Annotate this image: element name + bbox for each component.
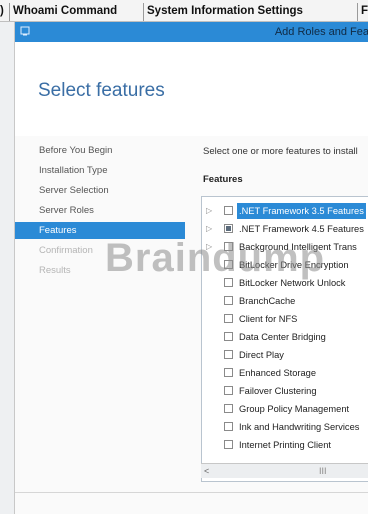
feature-checkbox[interactable] <box>224 260 233 269</box>
feature-row[interactable]: BranchCache <box>202 293 368 309</box>
tab-next[interactable]: F <box>357 3 368 21</box>
feature-label: Failover Clustering <box>239 386 317 396</box>
add-roles-wizard-window: Add Roles and Fea Select features Before… <box>14 22 368 514</box>
feature-row[interactable]: Group Policy Management <box>202 401 368 417</box>
nav-item-server-roles[interactable]: Server Roles <box>15 202 185 219</box>
nav-item-features[interactable]: Features <box>15 222 185 239</box>
feature-checkbox[interactable] <box>224 422 233 431</box>
feature-label: Data Center Bridging <box>239 332 326 342</box>
nav-item-installation-type[interactable]: Installation Type <box>15 162 185 179</box>
feature-row[interactable]: Enhanced Storage <box>202 365 368 381</box>
content-description: Select one or more features to install <box>203 146 358 157</box>
scroll-left-icon[interactable]: < <box>204 464 209 478</box>
feature-label: .NET Framework 4.5 Features <box>239 224 364 234</box>
feature-row[interactable]: ▷ .NET Framework 3.5 Features <box>202 203 368 219</box>
feature-label: BitLocker Network Unlock <box>239 278 346 288</box>
feature-label: Direct Play <box>239 350 284 360</box>
feature-checkbox[interactable] <box>224 368 233 377</box>
tab-whoami-command[interactable]: Whoami Command <box>9 3 120 21</box>
nav-item-before-you-begin[interactable]: Before You Begin <box>15 142 185 159</box>
feature-row[interactable]: BitLocker Drive Encryption <box>202 257 368 273</box>
nav-item-confirmation: Confirmation <box>39 245 93 256</box>
expand-arrow-icon[interactable]: ▷ <box>206 239 212 255</box>
window-titlebar[interactable]: Add Roles and Fea <box>15 22 368 42</box>
page-title: Select features <box>38 80 165 101</box>
feature-checkbox[interactable] <box>224 332 233 341</box>
feature-row[interactable]: Data Center Bridging <box>202 329 368 345</box>
server-manager-icon <box>20 26 30 36</box>
nav-item-server-selection[interactable]: Server Selection <box>15 182 185 199</box>
tab-bar-lead: ) <box>0 5 4 17</box>
tab-bar: ) Whoami Command System Information Sett… <box>0 0 368 22</box>
feature-checkbox[interactable] <box>224 404 233 413</box>
feature-label: Group Policy Management <box>239 404 350 414</box>
feature-label: Internet Printing Client <box>239 440 331 450</box>
feature-label: BranchCache <box>239 296 296 306</box>
feature-checkbox[interactable] <box>224 224 233 233</box>
nav-item-results: Results <box>39 265 71 276</box>
feature-checkbox[interactable] <box>224 440 233 449</box>
feature-row[interactable]: BitLocker Network Unlock <box>202 275 368 291</box>
feature-checkbox[interactable] <box>224 278 233 287</box>
tab-system-information-settings[interactable]: System Information Settings <box>143 3 306 21</box>
feature-checkbox[interactable] <box>224 314 233 323</box>
horizontal-scrollbar[interactable]: < III <box>201 463 368 478</box>
feature-row[interactable]: Client for NFS <box>202 311 368 327</box>
expand-arrow-icon[interactable]: ▷ <box>206 221 212 237</box>
feature-checkbox[interactable] <box>224 242 233 251</box>
feature-row[interactable]: Internet Printing Client <box>202 437 368 453</box>
feature-row[interactable]: Direct Play <box>202 347 368 363</box>
window-title: Add Roles and Fea <box>274 26 368 38</box>
feature-row[interactable]: Ink and Handwriting Services <box>202 419 368 435</box>
feature-label: Background Intelligent Trans <box>239 242 357 252</box>
feature-row[interactable]: Failover Clustering <box>202 383 368 399</box>
feature-label: Client for NFS <box>239 314 298 324</box>
footer-divider <box>15 492 368 493</box>
features-list[interactable]: ▷ .NET Framework 3.5 Features ▷ .NET Framew… <box>201 196 368 482</box>
feature-row[interactable]: ▷ .NET Framework 4.5 Features <box>202 221 368 237</box>
feature-label: BitLocker Drive Encryption <box>239 260 349 270</box>
feature-row[interactable]: ▷ Background Intelligent Trans <box>202 239 368 255</box>
expand-arrow-icon[interactable]: ▷ <box>206 203 212 219</box>
feature-label: Ink and Handwriting Services <box>239 422 360 432</box>
feature-checkbox[interactable] <box>224 296 233 305</box>
features-label: Features <box>203 174 243 185</box>
feature-checkbox[interactable] <box>224 206 233 215</box>
feature-label: .NET Framework 3.5 Features <box>237 203 366 219</box>
feature-label: Enhanced Storage <box>239 368 317 378</box>
scroll-thumb[interactable]: III <box>319 464 327 478</box>
feature-checkbox[interactable] <box>224 386 233 395</box>
feature-checkbox[interactable] <box>224 350 233 359</box>
